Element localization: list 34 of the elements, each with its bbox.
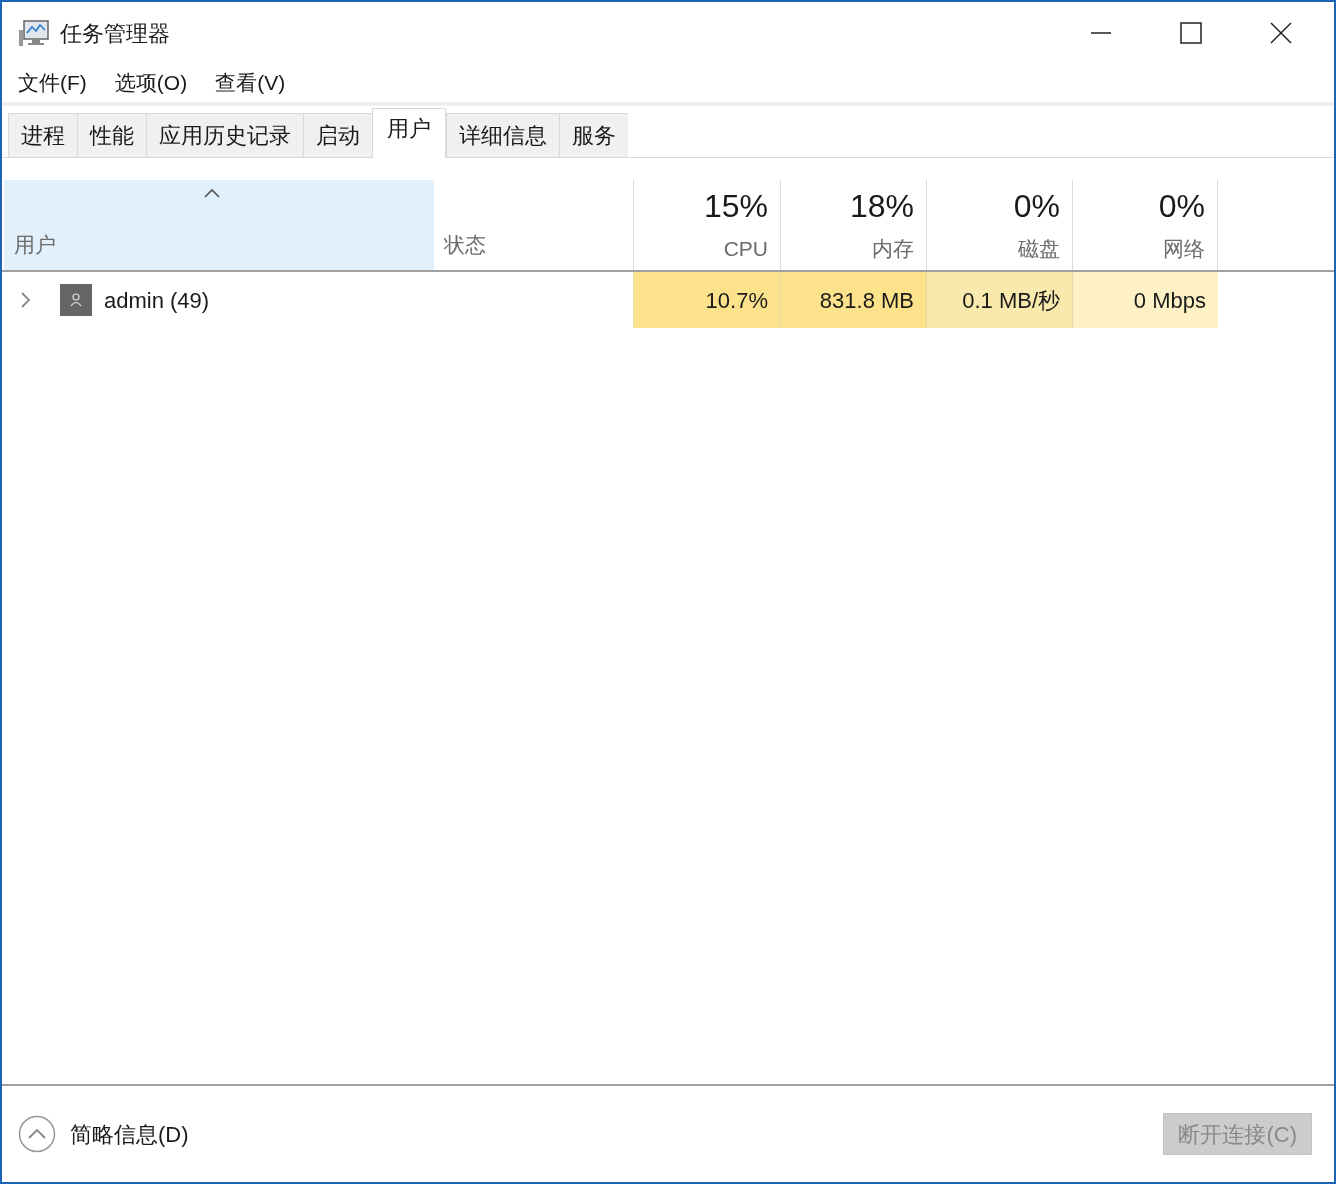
user-name: admin (49) [104,286,210,315]
menu-item[interactable]: 选项(O) [112,67,190,99]
metric-cell: 831.8 MB [780,272,926,328]
maximize-icon [1180,22,1202,44]
column-total: 0% [1158,187,1205,226]
close-icon [1270,22,1292,44]
metric-cell: 10.7% [633,272,780,328]
tab[interactable]: 详细信息 [446,113,559,157]
chevron-icon[interactable] [18,292,32,308]
details-toggle[interactable]: 简略信息(D) [18,1115,189,1153]
collapse-icon [18,1115,56,1153]
tab[interactable]: 用户 [372,108,446,158]
menu-item[interactable]: 查看(V) [213,67,288,99]
monitor-icon [18,18,50,48]
window-title: 任务管理器 [60,19,170,48]
menu-item[interactable]: 文件(F) [16,67,89,99]
column-label: 磁盘 [1018,235,1060,262]
column-label: 内存 [872,235,914,262]
tab[interactable]: 性能 [77,113,146,157]
column-header[interactable]: 0% 网络 [1072,180,1218,270]
metric-cell: 0 Mbps [1072,272,1218,328]
column-label: 网络 [1163,235,1205,262]
column-label: CPU [723,235,768,262]
column-total: 15% [703,187,768,226]
tab[interactable]: 启动 [303,113,372,157]
column-total: 0% [1013,187,1060,226]
user-icon [60,284,92,316]
column-header[interactable]: 用户 [4,180,434,270]
metric-cell: 0.1 MB/秒 [926,272,1072,328]
tab[interactable]: 进程 [8,113,77,157]
tab[interactable]: 应用历史记录 [146,113,303,157]
column-total: 18% [849,187,914,226]
minimize-icon [1090,32,1112,34]
tab[interactable]: 服务 [559,113,628,157]
